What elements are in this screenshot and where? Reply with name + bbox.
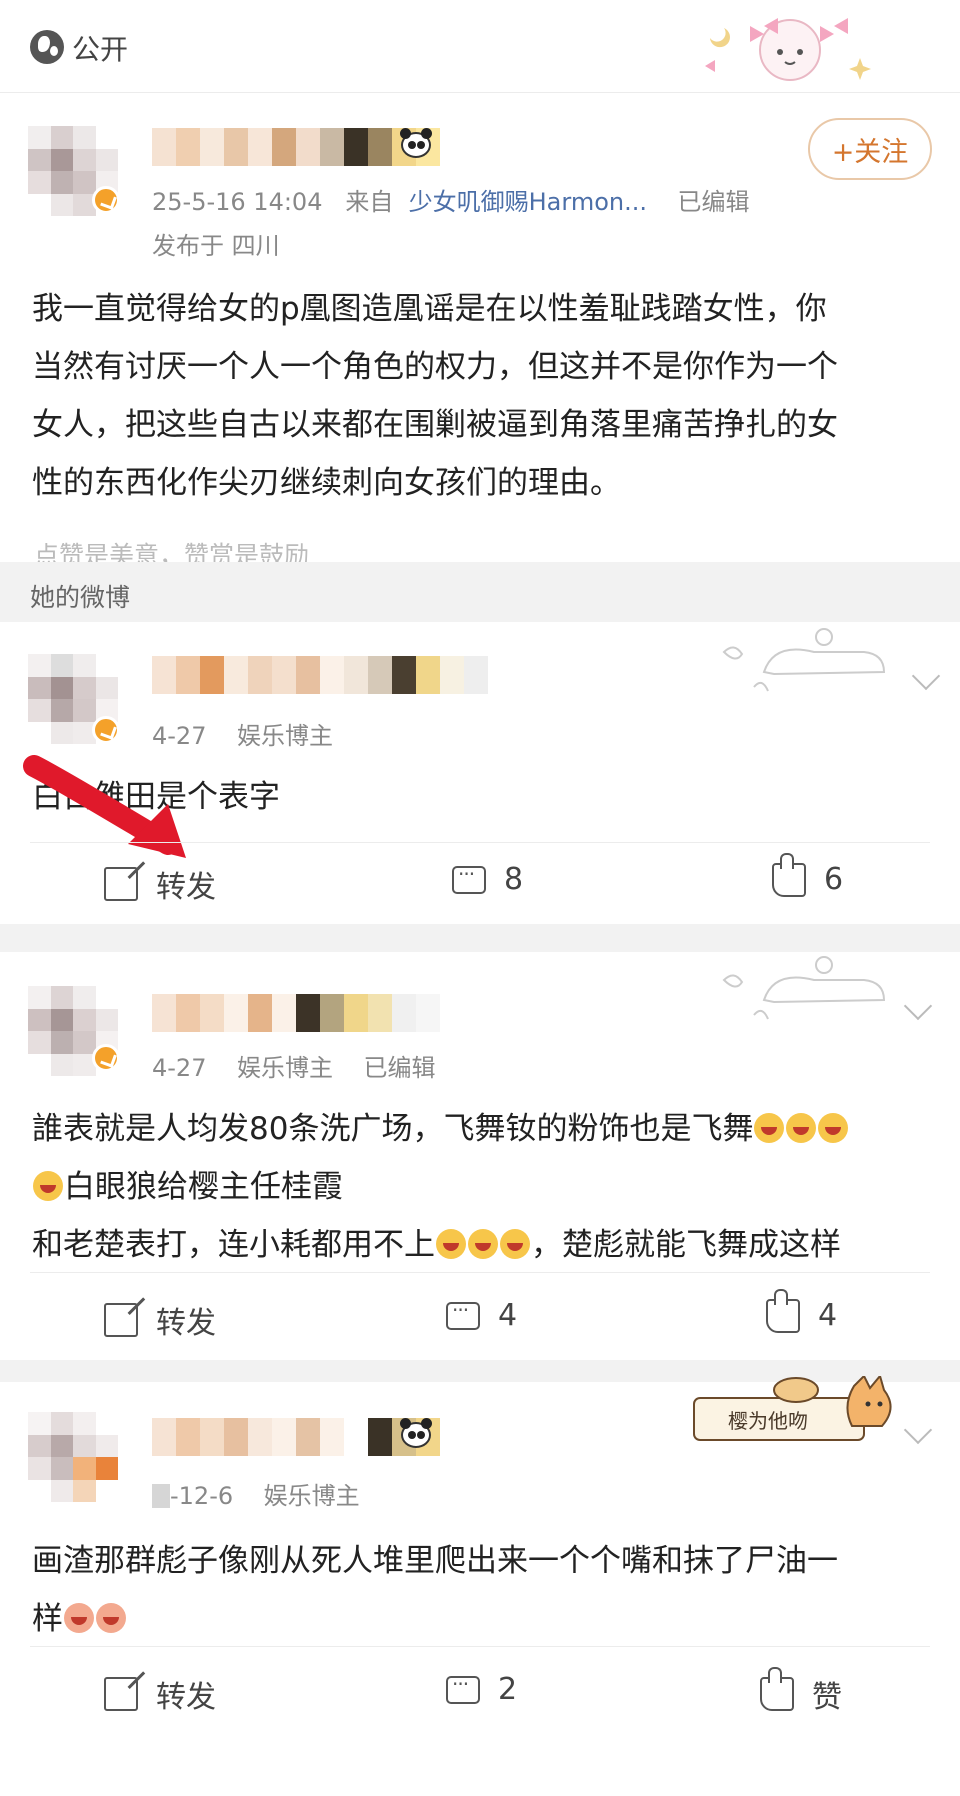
dinosaur-sticker-icon: [722, 628, 886, 692]
panda-emoji-icon: [398, 1418, 434, 1450]
scream-emoji-icon: [33, 1171, 63, 1201]
separator-band: [0, 924, 960, 952]
post-content-line: 白眼狼给樱主任桂霞: [32, 1158, 952, 1216]
post-content-line: 画渣那群彪子像刚从死人堆里爬出来一个个嘴和抹了尸油一: [32, 1543, 838, 1579]
repost-label: 转发: [156, 870, 216, 905]
account-tag: 娱乐博主: [236, 722, 333, 750]
redacted-block: [152, 1484, 170, 1508]
repost-button[interactable]: 转发: [104, 1672, 216, 1716]
section-title: 她的微博: [30, 583, 131, 612]
sheep-sticker-icon: [705, 18, 871, 81]
comment-icon: [452, 862, 486, 894]
comment-icon: [446, 1298, 480, 1330]
comment-count: 8: [504, 862, 524, 897]
chevron-down-icon[interactable]: [903, 1415, 933, 1445]
visibility-label: 公开: [72, 33, 129, 66]
dinosaur-sticker-icon: [722, 956, 886, 1020]
username-mosaic[interactable]: [152, 994, 440, 1032]
panda-emoji-icon: [398, 128, 434, 160]
laugh-cry-emoji-icon: [436, 1229, 466, 1259]
chevron-down-icon[interactable]: [911, 661, 941, 691]
post-content-line: 样: [32, 1590, 952, 1648]
top-bar: 公开: [0, 0, 960, 92]
comment-button[interactable]: 8: [452, 862, 523, 897]
source-prefix: 来自: [345, 188, 394, 216]
post-meta: -12-6 娱乐博主: [152, 1476, 360, 1511]
reward-hint: 点赞是美意，赞赏是鼓励: [34, 541, 310, 562]
like-icon: [772, 852, 806, 897]
post-content-line: 我一直觉得给女的p凰图造凰谣是在以性羞耻践踏女性，你: [32, 291, 827, 327]
repost-icon: [104, 867, 138, 901]
cat-sticker-icon: 樱为他吻: [693, 1376, 892, 1441]
post-time: 25-5-16 14:04: [152, 188, 323, 216]
verified-badge-icon: [92, 1044, 120, 1072]
post-meta: 25-5-16 14:04 来自 少女叽御赐Harmon... 已编辑: [152, 182, 750, 217]
avatar[interactable]: [28, 1412, 118, 1502]
follow-button[interactable]: +关注: [808, 118, 932, 180]
comment-count: 2: [498, 1672, 518, 1707]
like-button[interactable]: 赞: [760, 1667, 842, 1716]
sticker-text: 樱为他吻: [728, 1409, 808, 1433]
post-content-line: 性的东西化作尖刃继续刺向女孩们的理由。: [32, 465, 621, 501]
post-content-line: 誰表就是人均发80条洗广场，飞舞钕的粉饰也是飞舞: [32, 1100, 952, 1158]
like-count: 4: [818, 1298, 838, 1333]
pig-emoji-icon: [64, 1603, 94, 1633]
globe-icon: [30, 30, 64, 64]
post-content: 誰表就是人均发80条洗广场，飞舞钕的粉饰也是飞舞 白眼狼给樱主任桂霞 和老楚表打…: [32, 1100, 952, 1274]
laugh-cry-emoji-icon: [754, 1113, 785, 1143]
like-count: 6: [824, 862, 844, 897]
scream-emoji-icon: [818, 1113, 849, 1143]
verified-badge-icon: [92, 186, 120, 214]
section-header: 她的微博: [0, 562, 960, 622]
pig-emoji-icon: [96, 1603, 126, 1633]
laugh-cry-emoji-icon: [468, 1229, 498, 1259]
repost-label: 转发: [156, 1306, 216, 1341]
divider: [30, 1646, 930, 1647]
laugh-cry-emoji-icon: [500, 1229, 530, 1259]
post-content-line: 和老楚表打，连小耗都用不上 ，楚彪就能飞舞成这样: [32, 1227, 841, 1263]
comment-icon: [446, 1672, 480, 1704]
username-mosaic[interactable]: [152, 1418, 440, 1456]
divider: [30, 842, 930, 843]
repost-icon: [104, 1303, 138, 1337]
post-time: 4-27: [152, 1054, 207, 1082]
like-icon: [766, 1288, 800, 1333]
laugh-cry-emoji-icon: [786, 1113, 817, 1143]
divider: [0, 92, 960, 93]
post-content: 画渣那群彪子像刚从死人堆里爬出来一个个嘴和抹了尸油一 样: [32, 1532, 952, 1648]
divider: [30, 1272, 930, 1273]
account-tag: 娱乐博主: [263, 1482, 360, 1510]
chevron-down-icon[interactable]: [903, 991, 933, 1021]
like-button[interactable]: 6: [772, 852, 844, 897]
repost-icon: [104, 1677, 138, 1711]
like-label: 赞: [812, 1680, 842, 1715]
comment-button[interactable]: 4: [446, 1298, 517, 1333]
like-icon: [760, 1667, 794, 1711]
repost-label: 转发: [156, 1680, 216, 1715]
post-time: -12-6: [170, 1482, 234, 1510]
comment-count: 4: [498, 1298, 518, 1333]
location-label: 发布于 四川: [152, 232, 280, 260]
edited-label: 已编辑: [363, 1054, 436, 1082]
account-tag: 娱乐博主: [236, 1054, 333, 1082]
post-content-line: 女人，把这些自古以来都在围剿被逼到角落里痛苦挣扎的女: [32, 407, 838, 443]
repost-button[interactable]: 转发: [104, 862, 216, 906]
username-mosaic[interactable]: [152, 128, 440, 166]
post-meta: 4-27 娱乐博主 已编辑: [152, 1048, 436, 1083]
post-content-line: 当然有讨厌一个人一个角色的权力，但这并不是你作为一个: [32, 349, 838, 385]
like-button[interactable]: 4: [766, 1288, 838, 1333]
repost-button[interactable]: 转发: [104, 1298, 216, 1342]
post-content: 我一直觉得给女的p凰图造凰谣是在以性羞耻践踏女性，你 当然有讨厌一个人一个角色的…: [32, 280, 942, 512]
edited-label: 已编辑: [677, 188, 750, 216]
comment-button[interactable]: 2: [446, 1672, 517, 1707]
username-mosaic[interactable]: [152, 656, 488, 694]
source-device-link[interactable]: 少女叽御赐Harmon...: [409, 188, 647, 216]
